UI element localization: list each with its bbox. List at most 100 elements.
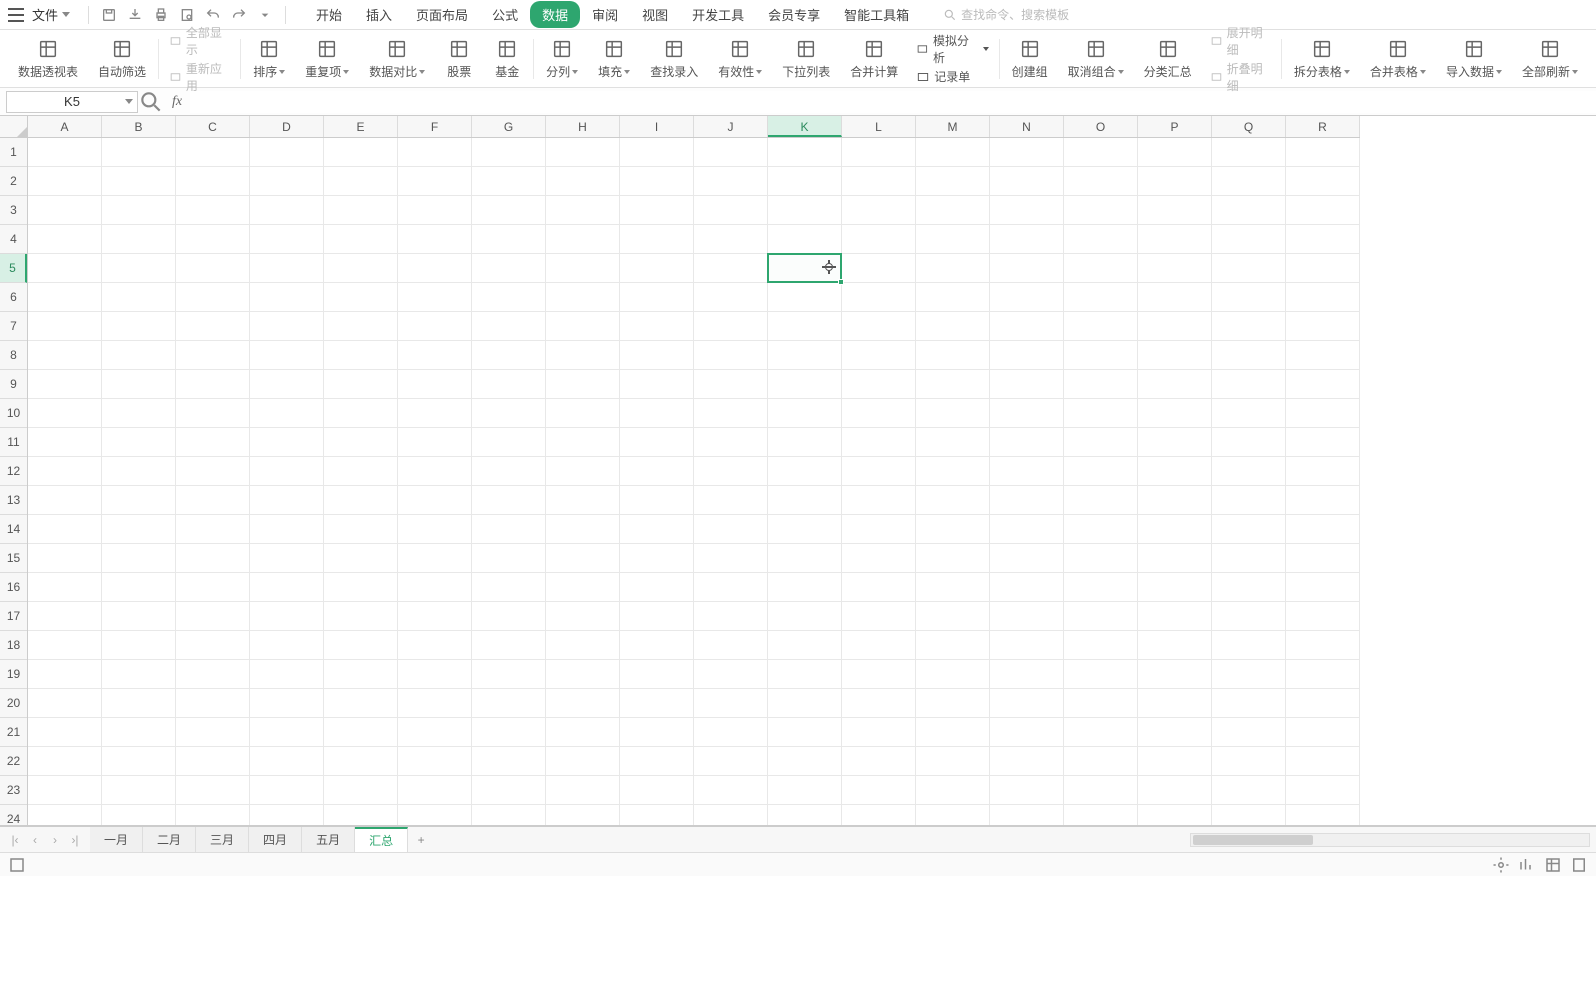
- cell[interactable]: [1212, 776, 1286, 805]
- cell[interactable]: [102, 515, 176, 544]
- cell[interactable]: [842, 689, 916, 718]
- cell[interactable]: [28, 138, 102, 167]
- cell[interactable]: [1212, 254, 1286, 283]
- cell[interactable]: [1064, 631, 1138, 660]
- cell[interactable]: [28, 544, 102, 573]
- row-header[interactable]: 10: [0, 399, 27, 428]
- cell[interactable]: [1064, 254, 1138, 283]
- cell[interactable]: [916, 225, 990, 254]
- cell[interactable]: [620, 370, 694, 399]
- cell[interactable]: [398, 428, 472, 457]
- cell[interactable]: [324, 486, 398, 515]
- cell[interactable]: [324, 341, 398, 370]
- cell[interactable]: [916, 747, 990, 776]
- cell[interactable]: [472, 457, 546, 486]
- cell[interactable]: [990, 341, 1064, 370]
- cell[interactable]: [990, 254, 1064, 283]
- cell[interactable]: [694, 428, 768, 457]
- cell[interactable]: [990, 805, 1064, 825]
- cell[interactable]: [768, 602, 842, 631]
- cell[interactable]: [324, 515, 398, 544]
- cell[interactable]: [102, 718, 176, 747]
- cell[interactable]: [1286, 718, 1360, 747]
- cell[interactable]: [472, 399, 546, 428]
- cell[interactable]: [990, 747, 1064, 776]
- cell[interactable]: [768, 573, 842, 602]
- column-header[interactable]: C: [176, 116, 250, 137]
- cell[interactable]: [1138, 457, 1212, 486]
- cell[interactable]: [398, 544, 472, 573]
- cell[interactable]: [176, 312, 250, 341]
- cell[interactable]: [694, 370, 768, 399]
- cell[interactable]: [176, 138, 250, 167]
- cell[interactable]: [1286, 486, 1360, 515]
- cell[interactable]: [250, 776, 324, 805]
- cell[interactable]: [1286, 573, 1360, 602]
- cell[interactable]: [620, 312, 694, 341]
- row-header[interactable]: 18: [0, 631, 27, 660]
- cell[interactable]: [324, 457, 398, 486]
- ribbon-button[interactable]: 排序: [243, 30, 295, 87]
- status-settings-icon[interactable]: [1492, 856, 1510, 874]
- row-header[interactable]: 15: [0, 544, 27, 573]
- ribbon-button[interactable]: 数据透视表: [8, 30, 88, 87]
- cell[interactable]: [768, 283, 842, 312]
- cell[interactable]: [620, 776, 694, 805]
- cell[interactable]: [546, 283, 620, 312]
- select-all-corner[interactable]: [0, 116, 28, 138]
- cell[interactable]: [28, 167, 102, 196]
- cell[interactable]: [842, 225, 916, 254]
- cell[interactable]: [472, 602, 546, 631]
- scrollbar-thumb[interactable]: [1193, 835, 1313, 845]
- cell[interactable]: [990, 660, 1064, 689]
- row-header[interactable]: 22: [0, 747, 27, 776]
- cell[interactable]: [768, 138, 842, 167]
- cell[interactable]: [176, 718, 250, 747]
- cell[interactable]: [1138, 399, 1212, 428]
- cell[interactable]: [250, 370, 324, 399]
- row-header[interactable]: 12: [0, 457, 27, 486]
- cell[interactable]: [768, 515, 842, 544]
- cell[interactable]: [102, 573, 176, 602]
- cell[interactable]: [620, 225, 694, 254]
- row-header[interactable]: 5: [0, 254, 27, 283]
- cell[interactable]: [768, 776, 842, 805]
- cell[interactable]: [916, 167, 990, 196]
- cell[interactable]: [324, 370, 398, 399]
- cell[interactable]: [250, 138, 324, 167]
- cell[interactable]: [916, 138, 990, 167]
- cell[interactable]: [472, 689, 546, 718]
- cell[interactable]: [620, 602, 694, 631]
- cell[interactable]: [472, 776, 546, 805]
- cell[interactable]: [990, 573, 1064, 602]
- cell[interactable]: [398, 486, 472, 515]
- cell[interactable]: [176, 399, 250, 428]
- cell[interactable]: [398, 457, 472, 486]
- ribbon-button[interactable]: 重复项: [295, 30, 359, 87]
- cell[interactable]: [1138, 602, 1212, 631]
- cell[interactable]: [916, 631, 990, 660]
- cell[interactable]: [1286, 660, 1360, 689]
- cell[interactable]: [842, 747, 916, 776]
- cell[interactable]: [916, 196, 990, 225]
- cell[interactable]: [472, 544, 546, 573]
- cell[interactable]: [768, 341, 842, 370]
- cell[interactable]: [28, 254, 102, 283]
- cell[interactable]: [176, 515, 250, 544]
- row-header[interactable]: 23: [0, 776, 27, 805]
- cell[interactable]: [102, 399, 176, 428]
- cell[interactable]: [620, 341, 694, 370]
- row-header[interactable]: 2: [0, 167, 27, 196]
- cell[interactable]: [472, 225, 546, 254]
- cell[interactable]: [768, 312, 842, 341]
- cell[interactable]: [176, 254, 250, 283]
- cell[interactable]: [1064, 370, 1138, 399]
- cell[interactable]: [916, 486, 990, 515]
- cell[interactable]: [102, 312, 176, 341]
- cell[interactable]: [546, 660, 620, 689]
- cell[interactable]: [1064, 167, 1138, 196]
- cell[interactable]: [176, 167, 250, 196]
- save-icon[interactable]: [97, 3, 121, 27]
- cell[interactable]: [1064, 399, 1138, 428]
- cell[interactable]: [250, 718, 324, 747]
